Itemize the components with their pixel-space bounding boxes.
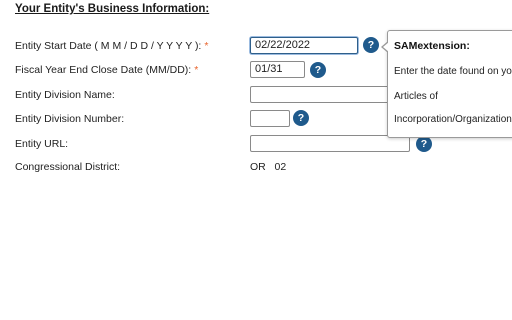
tooltip-title: SAMextension:	[394, 40, 470, 52]
congressional-state: OR	[250, 161, 266, 173]
division-name-label: Entity Division Name:	[15, 89, 115, 101]
congressional-district-value: OR 02	[250, 161, 286, 173]
tooltip-line: Articles of	[394, 91, 438, 102]
tooltip-arrow-inner	[383, 42, 389, 52]
division-number-label: Entity Division Number:	[15, 113, 125, 125]
fiscal-year-label: Fiscal Year End Close Date (MM/DD): *	[15, 64, 198, 76]
start-date-input[interactable]: 02/22/2022	[250, 37, 358, 54]
section-title: Your Entity's Business Information:	[15, 3, 210, 15]
fiscal-year-input[interactable]: 01/31	[250, 61, 305, 78]
url-input[interactable]	[250, 135, 410, 152]
fiscal-year-label-text: Fiscal Year End Close Date (MM/DD):	[15, 64, 192, 76]
division-number-help-icon[interactable]: ?	[293, 110, 309, 126]
url-label: Entity URL:	[15, 138, 69, 150]
url-help-icon[interactable]: ?	[416, 136, 432, 152]
tooltip-line: Enter the date found on you	[394, 66, 512, 77]
congressional-district-number: 02	[274, 161, 287, 173]
start-date-label-text: Entity Start Date ( M M / D D / Y Y Y Y …	[15, 40, 202, 52]
congressional-district-label: Congressional District:	[15, 161, 121, 173]
fiscal-year-help-icon[interactable]: ?	[310, 62, 326, 78]
division-name-input[interactable]	[250, 86, 410, 103]
start-date-label: Entity Start Date ( M M / D D / Y Y Y Y …	[15, 40, 208, 52]
tooltip-line: Incorporation/Organization.	[394, 114, 512, 125]
required-mark: *	[204, 40, 209, 52]
required-mark: *	[194, 64, 199, 76]
start-date-help-icon[interactable]: ?	[363, 37, 379, 53]
division-number-input[interactable]	[250, 110, 290, 127]
